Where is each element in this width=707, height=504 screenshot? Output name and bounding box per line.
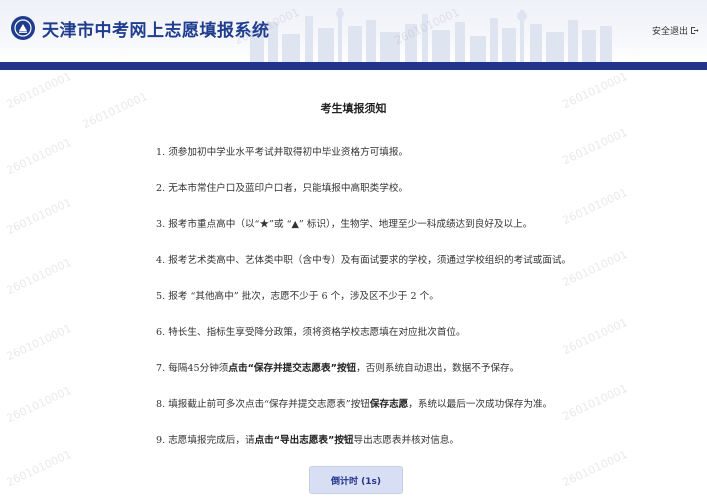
app-title: 天津市中考网上志愿填报系统 — [42, 21, 270, 41]
rules-list: 1. 须参加初中学业水平考试并取得初中毕业资格方可填报。 2. 无本市常住户口及… — [156, 146, 696, 470]
rule-item: 9. 志愿填报完成后，请点击“导出志愿表”按钮导出志愿表并核对信息。 — [156, 435, 460, 446]
rule-item: 1. 须参加初中学业水平考试并取得初中毕业资格方可填报。 — [156, 147, 409, 158]
rule-item: 3. 报考市重点高中（以“★”或 “▲” 标识），生物学、地理至少一科成绩达到良… — [156, 219, 533, 230]
notice-title: 考生填报须知 — [320, 102, 387, 115]
rule-item: 4. 报考艺术类高中、艺体类中职（含中专）及有面试要求的学校，须通过学校组织的考… — [156, 255, 572, 266]
rule-item: 6. 特长生、指标生享受降分政策，须将资格学校志愿填在对应批次首位。 — [156, 327, 466, 338]
logout-button[interactable]: 安全退出 — [652, 24, 699, 37]
emblem-logo-icon — [11, 16, 35, 40]
header-accent-bar — [0, 62, 707, 70]
rule-item: 5. 报考 “其他高中” 批次，志愿不少于 6 个，涉及区不少于 2 个。 — [156, 291, 439, 302]
notice-panel: 考生填报须知 1. 须参加初中学业水平考试并取得初中毕业资格方可填报。 2. 无… — [0, 70, 707, 504]
exit-icon — [691, 27, 699, 34]
rule-item: 2. 无本市常住户口及蓝印户口者，只能填报中高职类学校。 — [156, 183, 409, 194]
logout-label: 安全退出 — [651, 27, 688, 37]
rule-item: 7. 每隔45分钟须点击“保存并提交志愿表”按钮，否则系统自动退出，数据不予保存… — [156, 363, 520, 374]
rule-item: 8. 填报截止前可多次点击“保存并提交志愿表”按钮保存志愿，系统以最后一次成功保… — [156, 399, 553, 410]
countdown-button[interactable]: 倒计时 (1s) — [309, 466, 403, 494]
header: 天津市中考网上志愿填报系统 安全退出 — [0, 0, 707, 62]
